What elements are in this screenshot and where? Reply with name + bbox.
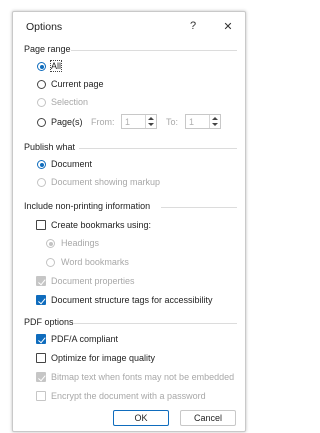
checkbox-structure-tags[interactable] (36, 295, 46, 305)
checkbox-optimize-quality-label[interactable]: Optimize for image quality (51, 353, 155, 363)
dialog-title: Options (26, 21, 63, 33)
section-pdf-options: PDF options (24, 317, 74, 327)
checkbox-create-bookmarks-label[interactable]: Create bookmarks using: (51, 220, 151, 230)
section-divider (71, 50, 237, 51)
radio-pages[interactable] (37, 118, 46, 127)
radio-current-page[interactable] (37, 80, 46, 89)
checkbox-document-properties-label: Document properties (51, 276, 135, 286)
spinner-arrows (209, 115, 220, 128)
cancel-button[interactable]: Cancel (180, 410, 236, 426)
spin-down-icon (148, 123, 154, 126)
radio-headings (46, 239, 55, 248)
radio-pages-label[interactable]: Page(s) (51, 117, 83, 127)
spinner-arrows (145, 115, 156, 128)
checkbox-encrypt (36, 391, 46, 401)
to-label: To: (166, 117, 179, 127)
radio-all[interactable] (37, 62, 46, 71)
section-divider (79, 148, 237, 149)
from-spinner: 1 (121, 114, 157, 129)
radio-document[interactable] (37, 160, 46, 169)
radio-current-page-label[interactable]: Current page (51, 79, 104, 89)
section-publish-what: Publish what (24, 142, 76, 152)
radio-headings-label: Headings (61, 238, 100, 248)
checkbox-bitmap-text (36, 372, 46, 382)
radio-selection-label: Selection (51, 97, 89, 107)
close-icon[interactable]: ✕ (220, 20, 236, 33)
radio-word-bookmarks-label: Word bookmarks (61, 257, 129, 267)
ok-button[interactable]: OK (113, 410, 169, 426)
from-label: From: (91, 117, 115, 127)
from-value: 1 (125, 117, 131, 127)
section-divider (161, 207, 237, 208)
checkbox-bitmap-text-label: Bitmap text when fonts may not be embedd… (51, 372, 235, 382)
help-icon[interactable]: ? (185, 20, 201, 32)
radio-all-label[interactable]: All (49, 60, 63, 72)
checkbox-optimize-quality[interactable] (36, 353, 46, 363)
checkbox-pdfa[interactable] (36, 334, 46, 344)
checkbox-encrypt-label: Encrypt the document with a password (51, 391, 206, 401)
section-page-range: Page range (24, 44, 71, 54)
checkbox-document-properties (36, 276, 46, 286)
radio-word-bookmarks (46, 258, 55, 267)
radio-document-markup-label: Document showing markup (51, 177, 161, 187)
section-non-printing: Include non-printing information (24, 201, 151, 211)
radio-document-label[interactable]: Document (51, 159, 92, 169)
options-dialog: Options ? ✕ Page range All Current page … (12, 11, 246, 432)
to-value: 1 (189, 117, 195, 127)
spin-down-icon (212, 123, 218, 126)
section-divider (73, 323, 237, 324)
checkbox-pdfa-label[interactable]: PDF/A compliant (51, 334, 118, 344)
radio-selection (37, 98, 46, 107)
spin-up-icon (148, 117, 154, 120)
spin-up-icon (212, 117, 218, 120)
checkbox-create-bookmarks[interactable] (36, 220, 46, 230)
to-spinner: 1 (185, 114, 221, 129)
radio-document-markup (37, 178, 46, 187)
checkbox-structure-tags-label[interactable]: Document structure tags for accessibilit… (51, 295, 213, 305)
